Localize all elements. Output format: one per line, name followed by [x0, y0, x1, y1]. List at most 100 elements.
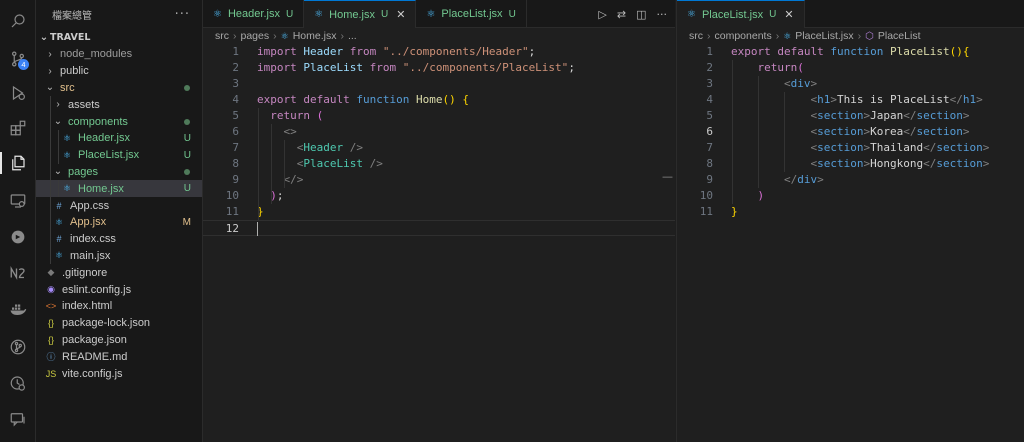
file-item[interactable]: ⓘ README.md [36, 348, 202, 365]
git-graph-icon[interactable] [0, 332, 36, 362]
react-icon: ⚛ [783, 30, 792, 41]
code-editor[interactable]: 1 export default function PlaceList(){2 r… [677, 44, 1024, 220]
file-item[interactable]: ⚛ Home.jsx U [36, 180, 202, 198]
timeline-icon[interactable] [0, 368, 36, 398]
open-changes-icon[interactable]: ⇄ [617, 8, 626, 21]
file-item[interactable]: ◆ .gitignore [36, 264, 202, 281]
code-line[interactable]: 11} [677, 204, 1024, 220]
code-line[interactable]: 5 <section>Japan</section> [677, 108, 1024, 124]
code-line[interactable]: 11} [203, 204, 675, 220]
explorer-icon[interactable] [0, 148, 36, 178]
indent-guide [50, 247, 51, 265]
folder-item[interactable]: › node_modules [36, 46, 202, 63]
react-icon: ⚛ [62, 149, 72, 160]
indent-guide [50, 113, 51, 130]
editor-tab[interactable]: ⚛ Home.jsx U ✕ [304, 0, 417, 28]
code-line[interactable]: 3 <div> [677, 76, 1024, 92]
code-line[interactable]: 5 return ( [203, 108, 675, 124]
editor-tabs-left: ⚛ Header.jsx U ⚛ Home.jsx U ✕ ⚛ PlaceList.jsx U ▷… [203, 0, 675, 28]
close-icon[interactable]: ✕ [784, 8, 793, 21]
breadcrumb-item[interactable]: src [689, 30, 703, 42]
folder-item[interactable]: ⌄ components [36, 113, 202, 130]
html-icon: <> [45, 301, 57, 312]
code-line[interactable]: 10 ) [677, 188, 1024, 204]
indent-guide [732, 60, 733, 204]
tree-item-label: App.jsx [70, 216, 107, 229]
breadcrumb-item[interactable]: PlaceList.jsx [795, 30, 853, 42]
code-line[interactable]: 2 return( [677, 60, 1024, 76]
react-icon: ⚛ [54, 216, 64, 227]
run-debug-icon[interactable] [0, 78, 36, 108]
file-item[interactable]: ⚛ Header.jsx U [36, 129, 202, 147]
code-text: <Header /> [296, 141, 363, 154]
source-control-icon[interactable]: 4 [0, 44, 36, 74]
close-icon[interactable]: ✕ [396, 8, 405, 21]
search-icon[interactable] [0, 6, 36, 36]
code-line[interactable]: 2 import PlaceList from "../components/Pl… [203, 60, 675, 76]
chat-icon[interactable] [0, 404, 36, 434]
folder-item[interactable]: ⌄ src [36, 80, 202, 97]
breadcrumb-item[interactable]: Home.jsx [293, 30, 337, 42]
file-item[interactable]: ⚛ App.jsx M [36, 213, 202, 231]
git-status-badge: U [381, 9, 389, 20]
breadcrumb-item[interactable]: src [215, 30, 229, 42]
editor-tab[interactable]: ⚛ Header.jsx U [203, 0, 305, 28]
code-line[interactable]: 9 </div> [677, 172, 1024, 188]
indent-guide [58, 146, 59, 164]
extensions-icon[interactable] [0, 113, 36, 143]
code-line[interactable]: 7 <section>Thailand</section> [677, 140, 1024, 156]
breadcrumb-item[interactable]: PlaceList [878, 30, 921, 42]
code-line[interactable]: 4 <h1>This is PlaceList</h1> [677, 92, 1024, 108]
editor-actions: ▷ ⇄ ◫ ··· [598, 0, 667, 28]
editor-tab[interactable]: ⚛ PlaceList.jsx U ✕ [677, 0, 805, 28]
react-icon: ⚛ [314, 9, 324, 20]
code-line[interactable]: 1 export default function PlaceList(){ [677, 44, 1024, 60]
line-number: 6 [706, 125, 713, 138]
workspace-root[interactable]: ⌄ TRAVEL [36, 28, 202, 46]
folder-item[interactable]: ⌄ pages [36, 163, 202, 181]
code-line[interactable]: 4 export default function Home() { [203, 92, 675, 108]
code-line[interactable]: 12 [203, 220, 675, 236]
docker-icon[interactable] [0, 294, 36, 324]
code-line[interactable]: 10 ); [203, 188, 675, 204]
code-text: ) [757, 189, 765, 202]
code-line[interactable]: 1 import Header from "../components/Heade… [203, 44, 675, 60]
code-line[interactable]: 6 <> [203, 124, 675, 140]
folder-item[interactable]: › public [36, 63, 202, 80]
indent-guide [50, 197, 51, 214]
file-item[interactable]: # App.css [36, 197, 202, 214]
breadcrumb-item[interactable]: ... [348, 30, 357, 42]
remote-explorer-icon[interactable] [0, 186, 36, 216]
code-line[interactable]: 3 [203, 76, 675, 92]
tanstack-icon[interactable] [0, 222, 36, 252]
more-actions-icon[interactable]: ··· [175, 7, 190, 22]
file-item[interactable]: {} package.json [36, 332, 202, 349]
split-editor-icon[interactable]: ◫ [636, 8, 646, 21]
breadcrumb-item[interactable]: pages [241, 30, 270, 42]
n2-icon[interactable] [0, 258, 36, 288]
code-line[interactable]: 8 <PlaceList /> [203, 156, 675, 172]
file-item[interactable]: ◉ eslint.config.js [36, 281, 202, 298]
breadcrumb-item[interactable]: components [715, 30, 772, 42]
line-number: 1 [232, 45, 239, 58]
file-item[interactable]: JS vite.config.js [36, 365, 202, 382]
code-line[interactable]: 8 <section>Hongkong</section> [677, 156, 1024, 172]
code-line[interactable]: 6 <section>Korea</section> [677, 124, 1024, 140]
file-item[interactable]: {} package-lock.json [36, 315, 202, 332]
code-line[interactable]: 7 <Header /> [203, 140, 675, 156]
code-editor[interactable]: 1 import Header from "../components/Heade… [203, 44, 675, 236]
line-number: 7 [706, 141, 713, 154]
editor-tab[interactable]: ⚛ PlaceList.jsx U [416, 0, 527, 28]
file-item[interactable]: ⚛ main.jsx [36, 247, 202, 265]
changes-dot-icon [184, 84, 190, 91]
folder-item[interactable]: › assets [36, 96, 202, 114]
react-icon: ⚛ [426, 8, 436, 20]
code-line[interactable]: 9 </> [203, 172, 675, 188]
file-item[interactable]: <> index.html [36, 298, 202, 315]
file-item[interactable]: ⚛ PlaceList.jsx U [36, 146, 202, 164]
more-actions-icon[interactable]: ··· [657, 8, 668, 21]
file-item[interactable]: # index.css [36, 230, 202, 248]
indent-guide [58, 129, 59, 147]
run-icon[interactable]: ▷ [598, 8, 606, 21]
git-status-badge: U [508, 8, 516, 20]
